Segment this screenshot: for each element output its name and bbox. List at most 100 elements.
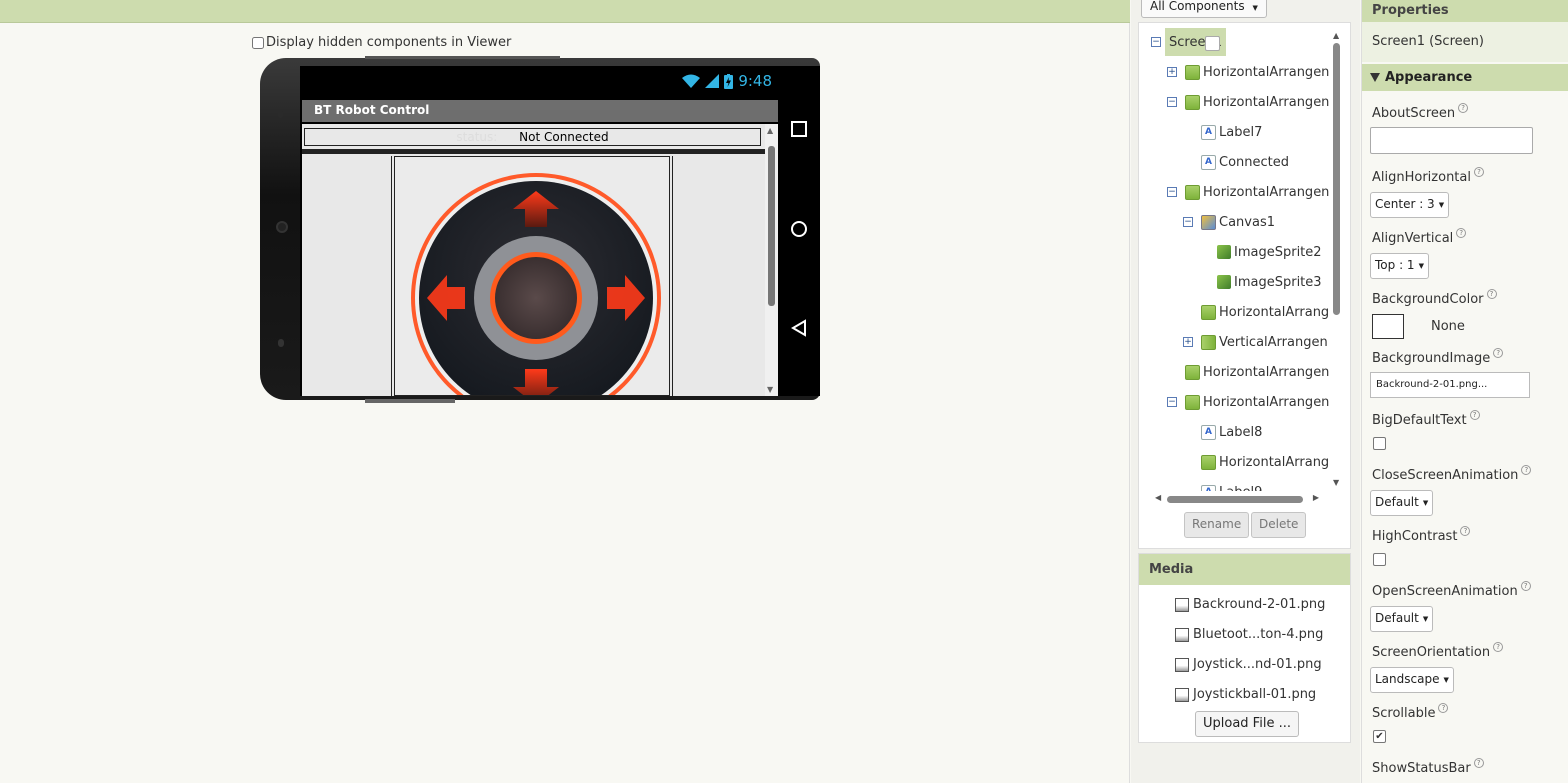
prop-show-status-bar: ShowStatusBar? [1372,758,1484,776]
tree-item[interactable]: ImageSprite3 [1139,269,1329,295]
help-icon[interactable]: ? [1474,167,1484,177]
chevron-down-icon: ▼ [1422,614,1429,623]
big-default-text-checkbox[interactable] [1373,437,1386,450]
tree-item[interactable]: − HorizontalArrangen [1139,89,1329,115]
viewer-scrollbar[interactable]: ▲ ▼ [765,124,778,396]
joystick-canvas[interactable] [394,156,670,396]
scroll-left-icon[interactable]: ◀ [1155,493,1161,502]
help-icon[interactable]: ? [1493,348,1504,358]
back-icon[interactable] [790,319,808,337]
tree-hscroll-thumb[interactable] [1167,496,1303,503]
background-image-field[interactable]: Backround-2-01.png... [1370,372,1530,398]
home-icon[interactable] [790,220,808,238]
expand-icon[interactable]: + [1167,67,1177,77]
high-contrast-checkbox[interactable] [1373,553,1386,566]
collapse-icon[interactable]: − [1167,97,1177,107]
tree-item-label: Canvas1 [1219,214,1275,230]
horizontal-arrangement-icon [1201,454,1216,470]
screen-orientation-select[interactable]: Landscape ▼ [1370,667,1454,693]
expand-icon[interactable]: + [1183,337,1193,347]
about-screen-textarea[interactable] [1370,127,1533,154]
tree-item[interactable]: − Screen1 [1139,28,1329,56]
media-title: Media [1139,554,1350,585]
media-file-name: Bluetoot...ton-4.png [1193,627,1324,642]
scroll-down-icon[interactable]: ▼ [767,385,773,394]
upload-file-button[interactable]: Upload File ... [1195,711,1299,737]
tree-item-label-wrap: ImageSprite3 [1217,268,1326,296]
media-file[interactable]: Bluetoot...ton-4.png [1175,627,1323,642]
chevron-down-icon: ▼ [1443,675,1449,684]
open-screen-animation-select[interactable]: Default ▼ [1370,606,1434,632]
scroll-right-icon[interactable]: ▶ [1313,493,1319,502]
chevron-down-icon: ▼ [1252,4,1258,12]
tree-vertical-scrollbar[interactable]: ▲ ▼ [1331,31,1343,487]
help-icon[interactable]: ? [1473,758,1484,768]
tree-item[interactable]: ImageSprite2 [1139,239,1329,265]
help-icon[interactable]: ? [1521,465,1532,475]
collapse-icon[interactable]: − [1151,37,1161,47]
vertical-arrangement-icon [1201,334,1216,350]
collapse-icon[interactable]: − [1167,397,1177,407]
scroll-up-icon[interactable]: ▲ [1333,31,1339,40]
tree-item[interactable]: + VerticalArrangen [1139,329,1329,355]
help-icon[interactable]: ? [1456,228,1467,238]
left-arrangement [302,156,392,396]
scroll-up-icon[interactable]: ▲ [767,126,773,135]
prop-scrollable: Scrollable? [1372,703,1449,721]
tree-item[interactable]: HorizontalArrang [1139,449,1329,475]
rename-button[interactable]: Rename [1184,512,1250,538]
phone-sensor [278,110,283,118]
tree-horizontal-scrollbar[interactable]: ◀ ▶ [1153,493,1321,505]
battery-icon [724,73,734,89]
horizontal-arrangement-icon [1185,394,1200,410]
delete-button[interactable]: Delete [1251,512,1307,538]
all-components-dropdown[interactable]: All Components ▼ [1141,0,1267,18]
help-icon[interactable]: ? [1438,703,1449,713]
background-color-value[interactable]: None [1431,319,1465,334]
help-icon[interactable]: ? [1469,410,1480,420]
collapse-icon[interactable]: − [1167,187,1177,197]
tree-item-label: Label9 [1219,485,1262,492]
tree-item[interactable]: HorizontalArrangen [1139,359,1329,385]
tree-item[interactable]: A Connected [1139,149,1329,175]
clock-time: 9:48 [738,72,772,90]
phone-speaker [278,339,284,347]
help-icon[interactable]: ? [1493,642,1504,652]
tree-item[interactable]: A Label8 [1139,419,1329,445]
display-hidden-checkbox[interactable] [252,36,264,49]
media-file[interactable]: Joystickball-01.png [1175,687,1316,702]
appearance-group-header[interactable]: Appearance [1362,64,1568,91]
all-components-label: All Components [1150,0,1245,13]
tree-item-label-wrap: Screen1 [1165,28,1226,56]
tree-item[interactable]: ALabel9 [1139,479,1329,491]
tree-item[interactable]: − Canvas1 [1139,209,1329,235]
align-vertical-select[interactable]: Top : 1 ▼ [1370,253,1429,279]
align-horizontal-select[interactable]: Center : 3 ▼ [1370,192,1450,218]
media-file[interactable]: Backround-2-01.png [1175,597,1325,612]
display-hidden-components-toggle[interactable]: Display hidden components in Viewer [252,35,511,50]
screen-icon [1205,36,1220,51]
tree-item[interactable]: A Label7 [1139,119,1329,145]
close-screen-animation-select[interactable]: Default ▼ [1370,490,1434,516]
scroll-thumb[interactable] [768,146,775,306]
tree-item[interactable]: HorizontalArrang [1139,299,1329,325]
prop-screen-orientation: ScreenOrientation? [1372,642,1504,660]
background-color-swatch[interactable] [1372,314,1404,339]
help-icon[interactable]: ? [1458,103,1469,113]
tree-item[interactable]: − HorizontalArrangen [1139,389,1329,415]
horizontal-arrangement-icon [1185,364,1200,380]
tree-item-label: Label7 [1219,124,1263,140]
collapse-icon[interactable]: − [1183,217,1193,227]
tree-item-label-wrap: A Label8 [1201,418,1266,446]
tree-item[interactable]: + HorizontalArrangen [1139,59,1329,85]
tree-item-label-wrap: VerticalArrangen [1201,328,1329,356]
help-icon[interactable]: ? [1520,581,1531,591]
tree-scroll-thumb[interactable] [1333,43,1340,315]
recent-apps-icon[interactable] [790,120,808,138]
help-icon[interactable]: ? [1460,526,1471,536]
tree-item[interactable]: − HorizontalArrangen [1139,179,1329,205]
scrollable-checkbox[interactable]: ✔ [1373,730,1386,743]
help-icon[interactable]: ? [1486,289,1497,299]
scroll-down-icon[interactable]: ▼ [1333,478,1339,487]
media-file[interactable]: Joystick...nd-01.png [1175,657,1322,672]
